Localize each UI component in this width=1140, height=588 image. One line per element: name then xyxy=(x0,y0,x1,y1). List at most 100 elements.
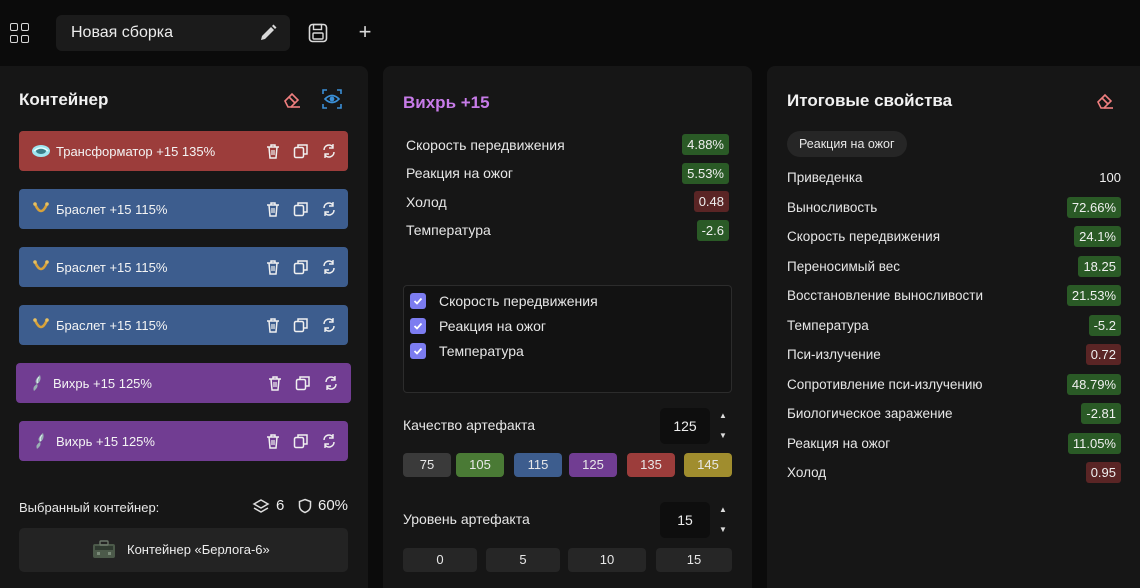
container-panel: Контейнер Трансформатор +15 135% Браслет … xyxy=(0,66,368,588)
stat-name: Выносливость xyxy=(787,199,878,215)
quality-input[interactable]: 125 xyxy=(660,408,710,444)
summary-stat-row: Приведенка 100 xyxy=(787,167,1121,188)
eraser-icon[interactable] xyxy=(281,88,303,110)
stat-value: 72.66% xyxy=(1066,196,1121,218)
swap-icon[interactable] xyxy=(320,316,338,334)
protection-stat: 60% xyxy=(298,497,348,514)
stat-name: Реакция на ожог xyxy=(406,165,514,181)
trash-icon[interactable] xyxy=(264,432,282,450)
container-item-label: Браслет +15 115% xyxy=(56,202,168,217)
quality-option[interactable]: 145 xyxy=(684,453,732,477)
summary-title: Итоговые свойства xyxy=(787,91,953,110)
stat-value: 11.05% xyxy=(1067,432,1121,454)
copy-icon[interactable] xyxy=(292,200,310,218)
artifact-stat-row: Реакция на ожог 5.53% xyxy=(406,162,729,184)
copy-icon[interactable] xyxy=(292,316,310,334)
level-option[interactable]: 10 xyxy=(568,548,646,572)
checkbox[interactable] xyxy=(410,343,426,359)
eye-scan-icon[interactable] xyxy=(321,88,343,110)
menu-grid-icon[interactable] xyxy=(10,23,30,43)
quality-label: Качество артефакта xyxy=(403,417,536,433)
bracelet-artifact-icon xyxy=(33,202,49,213)
artifact-stat-row: Температура -2.6 xyxy=(406,219,729,241)
container-item[interactable]: Браслет +15 115% xyxy=(19,305,348,345)
stat-name: Реакция на ожог xyxy=(787,435,891,451)
stat-name: Восстановление выносливости xyxy=(787,288,984,303)
level-stepper[interactable]: ▲ ▼ xyxy=(718,505,728,535)
quality-option[interactable]: 125 xyxy=(569,453,617,477)
container-item[interactable]: Вихрь +15 125% xyxy=(16,363,351,403)
stat-value: -5.2 xyxy=(1088,314,1121,336)
container-item-label: Трансформатор +15 135% xyxy=(56,144,216,159)
selected-container-label: Выбранный контейнер: xyxy=(19,500,160,515)
container-item-label: Вихрь +15 125% xyxy=(53,376,152,391)
trash-icon[interactable] xyxy=(266,374,284,392)
container-item[interactable]: Браслет +15 115% xyxy=(19,247,348,287)
artifact-stat-row: Холод 0.48 xyxy=(406,191,729,212)
filter-chip[interactable]: Реакция на ожог xyxy=(787,131,907,157)
container-item-label: Браслет +15 115% xyxy=(56,318,168,333)
trash-icon[interactable] xyxy=(264,316,282,334)
trash-icon[interactable] xyxy=(264,258,282,276)
trash-icon[interactable] xyxy=(264,142,282,160)
stat-name: Скорость передвижения xyxy=(787,229,941,244)
level-option[interactable]: 0 xyxy=(403,548,477,572)
summary-stat-row: Реакция на ожог 11.05% xyxy=(787,432,1121,454)
level-input[interactable]: 15 xyxy=(660,502,710,538)
eraser-icon[interactable] xyxy=(1094,89,1116,111)
bracelet-artifact-icon xyxy=(33,318,49,329)
stat-name: Температура xyxy=(787,317,869,333)
stat-value: 0.72 xyxy=(1085,344,1121,365)
add-build-icon[interactable]: + xyxy=(355,21,375,44)
container-item-label: Вихрь +15 125% xyxy=(56,434,155,449)
stat-filter-item[interactable]: Реакция на ожог xyxy=(410,318,546,334)
quality-option[interactable]: 75 xyxy=(403,453,451,477)
build-name-field[interactable]: Новая сборка xyxy=(56,15,290,51)
quality-option[interactable]: 135 xyxy=(627,453,675,477)
level-option[interactable]: 5 xyxy=(486,548,560,572)
stat-filter-item[interactable]: Температура xyxy=(410,343,524,359)
copy-icon[interactable] xyxy=(294,374,312,392)
container-item[interactable]: Вихрь +15 125% xyxy=(19,421,348,461)
copy-icon[interactable] xyxy=(292,432,310,450)
copy-icon[interactable] xyxy=(292,142,310,160)
vortex-artifact-icon xyxy=(36,433,44,449)
level-option[interactable]: 15 xyxy=(656,548,732,572)
stat-value: 0.48 xyxy=(693,191,729,212)
shield-icon xyxy=(298,498,312,513)
top-bar: Новая сборка + xyxy=(0,0,1140,66)
summary-stat-row: Сопротивление пси-излучению 48.79% xyxy=(787,373,1121,395)
summary-stat-row: Биологическое заражение -2.81 xyxy=(787,403,1121,424)
container-case-icon xyxy=(93,540,115,558)
save-icon[interactable] xyxy=(307,22,329,44)
summary-stat-row: Холод 0.95 xyxy=(787,462,1121,483)
stat-name: Биологическое заражение xyxy=(787,406,953,421)
copy-icon[interactable] xyxy=(292,258,310,276)
check-icon xyxy=(413,297,423,305)
check-icon xyxy=(413,347,423,355)
swap-icon[interactable] xyxy=(320,432,338,450)
slots-stat: 6 xyxy=(252,497,284,514)
checkbox[interactable] xyxy=(410,293,426,309)
quality-option[interactable]: 105 xyxy=(456,453,504,477)
trash-icon[interactable] xyxy=(264,200,282,218)
swap-icon[interactable] xyxy=(320,200,338,218)
swap-icon[interactable] xyxy=(320,142,338,160)
stat-filter-item[interactable]: Скорость передвижения xyxy=(410,293,598,309)
checkbox-label: Температура xyxy=(439,343,524,359)
stat-name: Приведенка xyxy=(787,170,863,185)
container-selector[interactable]: Контейнер «Берлога-6» xyxy=(19,528,348,572)
pencil-icon[interactable] xyxy=(258,23,278,43)
quality-stepper[interactable]: ▲ ▼ xyxy=(718,411,728,441)
container-item[interactable]: Браслет +15 115% xyxy=(19,189,348,229)
checkbox[interactable] xyxy=(410,318,426,334)
swap-icon[interactable] xyxy=(320,258,338,276)
summary-stat-row: Выносливость 72.66% xyxy=(787,196,1121,218)
quality-option[interactable]: 115 xyxy=(514,453,562,477)
protection-value: 60% xyxy=(318,497,349,514)
container-name: Контейнер «Берлога-6» xyxy=(127,542,270,557)
stat-name: Сопротивление пси-излучению xyxy=(787,376,983,392)
stat-value: 21.53% xyxy=(1066,285,1121,306)
swap-icon[interactable] xyxy=(322,374,340,392)
container-item[interactable]: Трансформатор +15 135% xyxy=(19,131,348,171)
